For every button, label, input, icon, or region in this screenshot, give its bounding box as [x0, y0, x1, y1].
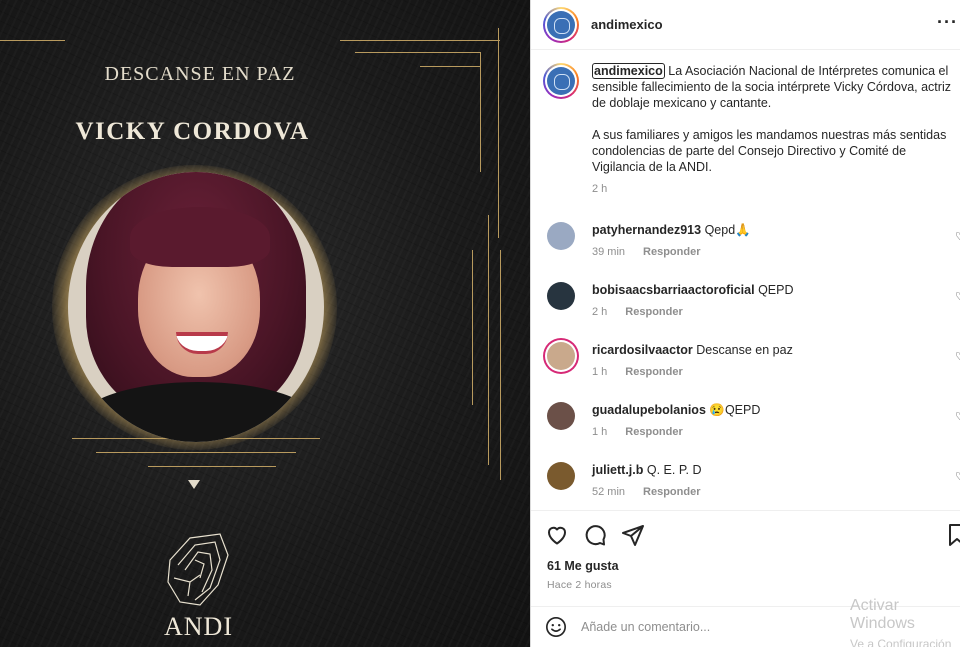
comment-time: 52 min — [592, 486, 626, 498]
comment-body: guadalupebolanios 😢QEPD 1 h Responder — [592, 402, 760, 440]
comment-time: 1 h — [592, 426, 608, 438]
comment-line: juliett.j.b Q. E. P. D — [592, 462, 702, 478]
comment-text: Descanse en paz — [696, 343, 793, 357]
comment-like-heart-icon[interactable]: ♡ — [955, 350, 960, 363]
avatar-border — [545, 8, 577, 41]
portrait-photo — [68, 172, 324, 442]
post-time-ago: Hace 2 horas — [547, 579, 612, 591]
commenter-username[interactable]: ricardosilvaactor — [592, 343, 693, 357]
comment-line: patyhernandez913 Qepd🙏 — [592, 222, 751, 238]
comment-input[interactable] — [581, 620, 831, 634]
action-icons — [531, 511, 960, 547]
deco-line — [340, 40, 500, 41]
comment-body: juliett.j.b Q. E. P. D 52 min Responder — [592, 462, 702, 500]
reply-button[interactable]: Responder — [625, 304, 682, 320]
down-arrow-icon — [188, 480, 200, 489]
andi-logo-text: ANDI — [164, 612, 233, 641]
post-side-panel: andimexico ··· andimexico La Asociación … — [530, 0, 960, 647]
likes-count[interactable]: 61 Me gusta — [531, 547, 960, 573]
reply-button[interactable]: Responder — [625, 364, 682, 380]
caption-paragraph-1: andimexico La Asociación Nacional de Int… — [592, 63, 960, 111]
comment-row: patyhernandez913 Qepd🙏 39 min Responder … — [531, 222, 960, 282]
avatar-border — [545, 65, 577, 97]
share-icon[interactable] — [621, 523, 645, 547]
andi-logo-icon — [167, 533, 229, 606]
comment-meta: 1 h Responder — [592, 424, 760, 440]
comment-meta: 2 h Responder — [592, 304, 794, 320]
avatar-image — [547, 10, 575, 39]
post-header: andimexico ··· — [531, 0, 960, 50]
comment-like-heart-icon[interactable]: ♡ — [955, 470, 960, 483]
comment-like-heart-icon[interactable]: ♡ — [955, 410, 960, 423]
comment-time: 2 h — [592, 306, 608, 318]
caption-time: 2 h — [592, 183, 608, 195]
deco-line — [96, 452, 296, 453]
post-caption: andimexico La Asociación Nacional de Int… — [531, 51, 960, 197]
comment-row: bobisaacsbarriaactoroficial QEPD 2 h Res… — [531, 282, 960, 342]
post-actions: 61 Me gusta Hace 2 horas — [531, 510, 960, 605]
comment-meta: 52 min Responder — [592, 484, 702, 500]
deco-line — [498, 28, 499, 238]
more-horizontal-icon[interactable]: ··· — [937, 12, 958, 33]
comment-row: juliett.j.b Q. E. P. D 52 min Responder … — [531, 462, 960, 509]
commenter-avatar[interactable] — [547, 342, 575, 370]
commenter-avatar[interactable] — [547, 222, 575, 250]
comment-row: ricardosilvaactor Descanse en paz 1 h Re… — [531, 342, 960, 402]
comment-line: bobisaacsbarriaactoroficial QEPD — [592, 282, 794, 298]
commenter-avatar[interactable] — [547, 402, 575, 430]
commenter-username[interactable]: bobisaacsbarriaactoroficial — [592, 283, 755, 297]
avatar-image — [547, 67, 575, 95]
caption-body: andimexico La Asociación Nacional de Int… — [592, 63, 960, 197]
commenter-username[interactable]: juliett.j.b — [592, 463, 643, 477]
comment-meta: 1 h Responder — [592, 364, 793, 380]
deco-line — [500, 250, 501, 480]
header-username[interactable]: andimexico — [591, 17, 663, 32]
comment-like-heart-icon[interactable]: ♡ — [955, 230, 960, 243]
emoji-icon[interactable] — [545, 616, 567, 638]
comment-line: ricardosilvaactor Descanse en paz — [592, 342, 793, 358]
header-avatar[interactable] — [543, 6, 579, 43]
reply-button[interactable]: Responder — [643, 244, 700, 260]
image-name-text: VICKY CORDOVA — [75, 118, 310, 145]
comment-text: Qepd🙏 — [704, 223, 751, 237]
deco-line — [148, 466, 276, 467]
comment-text: QEPD — [758, 283, 794, 297]
commenter-avatar[interactable] — [547, 462, 575, 490]
caption-avatar[interactable] — [543, 63, 579, 99]
comment-body: bobisaacsbarriaactoroficial QEPD 2 h Res… — [592, 282, 794, 320]
comment-row: guadalupebolanios 😢QEPD 1 h Responder ♡ — [531, 402, 960, 462]
commenter-username[interactable]: guadalupebolanios — [592, 403, 706, 417]
commenter-username[interactable]: patyhernandez913 — [592, 223, 701, 237]
reply-button[interactable]: Responder — [625, 424, 682, 440]
comment-like-heart-icon[interactable]: ♡ — [955, 290, 960, 303]
comment-list: patyhernandez913 Qepd🙏 39 min Responder … — [531, 222, 960, 509]
comments-section[interactable]: andimexico La Asociación Nacional de Int… — [531, 51, 960, 509]
comment-icon[interactable] — [583, 523, 607, 547]
deco-line — [0, 40, 65, 41]
reply-button[interactable]: Responder — [643, 484, 700, 500]
comment-time: 39 min — [592, 246, 626, 258]
comment-time: 1 h — [592, 366, 608, 378]
add-comment-bar — [531, 606, 960, 647]
heart-icon[interactable] — [545, 523, 569, 547]
caption-username[interactable]: andimexico — [592, 63, 665, 79]
post-image[interactable]: DESCANSE EN PAZ VICKY CORDOVA ANDI — [0, 0, 530, 647]
caption-paragraph-2: A sus familiares y amigos les mandamos n… — [592, 128, 947, 174]
comment-text: 😢QEPD — [709, 403, 761, 417]
comment-body: patyhernandez913 Qepd🙏 39 min Responder — [592, 222, 751, 260]
commenter-avatar[interactable] — [547, 282, 575, 310]
comment-line: guadalupebolanios 😢QEPD — [592, 402, 760, 418]
comment-body: ricardosilvaactor Descanse en paz 1 h Re… — [592, 342, 793, 380]
deco-line — [420, 66, 480, 67]
comment-meta: 39 min Responder — [592, 244, 751, 260]
deco-line — [480, 52, 481, 172]
image-kicker-text: DESCANSE EN PAZ — [104, 63, 296, 85]
deco-line — [472, 250, 473, 405]
deco-line — [488, 215, 489, 465]
comment-text: Q. E. P. D — [646, 463, 702, 477]
deco-line — [355, 52, 480, 53]
portrait-bangs — [130, 207, 270, 267]
bookmark-icon[interactable] — [947, 523, 960, 547]
